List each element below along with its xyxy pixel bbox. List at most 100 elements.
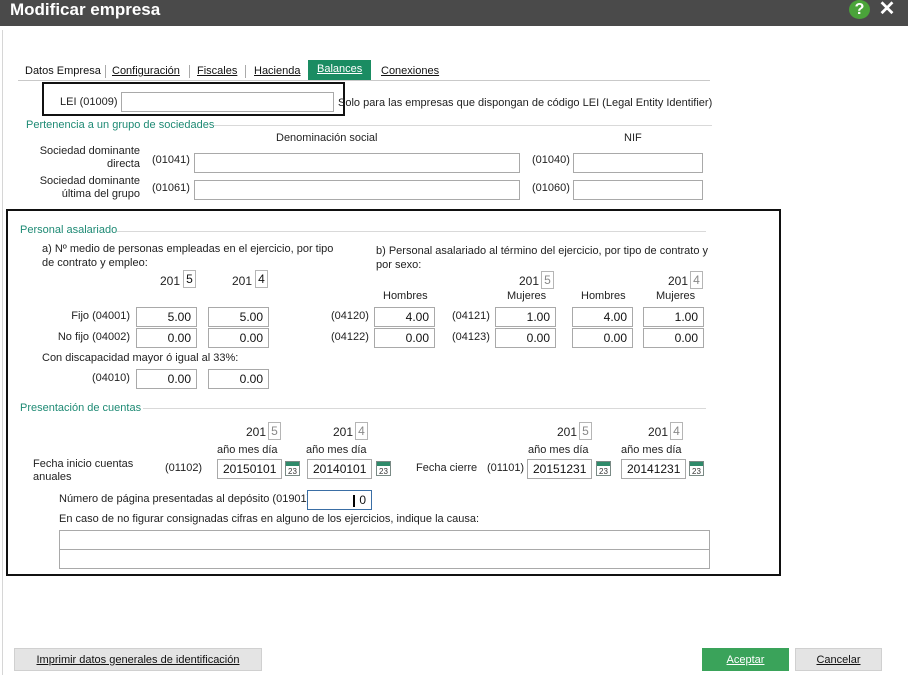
personal-a-title-1: a) Nº medio de personas empleadas en el … [42,243,334,255]
code-01061: (01061) [152,182,190,194]
fecha-format-label: año mes día [621,444,682,456]
personal-section-title: Personal asalariado [20,224,118,236]
tab-conexiones[interactable]: Conexiones [381,64,439,81]
tab-configuracion[interactable]: Configuración [112,64,180,81]
nofijo-year1-input[interactable]: 0.00 [136,328,197,348]
paginas-label: Número de página presentadas al depósito… [59,493,311,505]
year-prefix: 201 [668,274,689,288]
fecha-inicio-label-2: anuales [33,471,72,483]
calendar-icon[interactable]: 23 [689,461,704,476]
year-digit-2: 4 [255,270,268,288]
calendar-icon[interactable]: 23 [596,461,611,476]
code-01101: (01101) [487,462,525,474]
year-prefix: 201 [519,274,540,288]
year-prefix: 201 [246,425,267,439]
section-divider [214,125,712,126]
tab-datos-empresa[interactable]: Datos Empresa [25,64,101,81]
code-04122: (04122) [331,331,369,343]
aceptar-button[interactable]: Aceptar [702,648,789,671]
tab-separator [105,65,106,78]
paginas-value: 0 [359,493,366,507]
grupo-section-title: Pertenencia a un grupo de sociedades [26,119,215,131]
year-digit-1: 5 [183,270,196,288]
year-digit-1: 5 [268,422,281,440]
causa-label: En caso de no figurar consignadas cifras… [59,513,480,525]
causa-input-line-1[interactable] [59,530,710,550]
fecha-cierre-year2-input[interactable]: 20141231 [621,459,686,479]
year-digit-2: 4 [690,271,703,289]
dominante-directa-denominacion-input[interactable] [194,153,520,173]
fijo-mujeres-year2-input[interactable]: 1.00 [643,307,704,327]
year-digit-2: 4 [355,422,368,440]
fecha-cierre-label: Fecha cierre [416,462,478,474]
code-01060: (01060) [532,182,570,194]
fijo-hombres-year1-input[interactable]: 4.00 [374,307,435,327]
dominante-ultima-label-1: Sociedad dominante [39,175,140,187]
fecha-format-label: año mes día [217,444,278,456]
text-cursor [353,494,356,507]
tab-separator [245,65,246,78]
lei-note: Solo para las empresas que dispongan de … [338,97,713,109]
year-digit-1: 5 [579,422,592,440]
fijo-year2-input[interactable]: 5.00 [208,307,269,327]
year-prefix: 201 [648,425,669,439]
causa-input-line-2[interactable] [59,549,710,569]
personal-b-title-2: por sexo: [376,259,422,271]
discapacidad-year2-input[interactable]: 0.00 [208,369,269,389]
lei-input[interactable] [121,92,334,112]
hombres-header: Hombres [581,290,626,302]
dominante-ultima-denominacion-input[interactable] [194,180,520,200]
nofijo-hombres-year1-input[interactable]: 0.00 [374,328,435,348]
left-border [2,30,3,675]
nif-header: NIF [624,132,642,144]
denominacion-header: Denominación social [276,132,378,144]
fecha-format-label: año mes día [528,444,589,456]
nofijo-year2-input[interactable]: 0.00 [208,328,269,348]
nofijo-label: No fijo (04002) [57,331,130,343]
dominante-directa-label-2: directa [106,158,140,170]
code-01040: (01040) [532,154,570,166]
fecha-inicio-year2-input[interactable]: 20140101 [307,459,372,479]
nofijo-mujeres-year1-input[interactable]: 0.00 [495,328,556,348]
personal-a-title-2: de contrato y empleo: [42,257,148,269]
calendar-icon[interactable]: 23 [376,461,391,476]
paginas-input[interactable]: 0 [307,490,372,510]
title-bar: Modificar empresa ? ✕ [0,0,908,26]
discapacidad-label: Con discapacidad mayor ó igual al 33%: [42,352,239,364]
fijo-label: Fijo (04001) [71,310,130,322]
tab-hacienda[interactable]: Hacienda [254,64,300,81]
hombres-header: Hombres [383,290,428,302]
code-04120: (04120) [331,310,369,322]
section-divider [143,408,706,409]
year-digit-1: 5 [541,271,554,289]
fecha-format-label: año mes día [306,444,367,456]
tab-separator [189,65,190,78]
code-04123: (04123) [452,331,490,343]
tab-underline [18,80,710,81]
help-icon[interactable]: ? [849,0,870,19]
fijo-hombres-year2-input[interactable]: 4.00 [572,307,633,327]
fecha-inicio-year1-input[interactable]: 20150101 [217,459,282,479]
dominante-directa-label-1: Sociedad dominante [39,145,140,157]
cancelar-button[interactable]: Cancelar [795,648,882,671]
dominante-ultima-nif-input[interactable] [573,180,703,200]
discapacidad-year1-input[interactable]: 0.00 [136,369,197,389]
fijo-mujeres-year1-input[interactable]: 1.00 [495,307,556,327]
fijo-year1-input[interactable]: 5.00 [136,307,197,327]
nofijo-hombres-year2-input[interactable]: 0.00 [572,328,633,348]
imprimir-datos-button[interactable]: Imprimir datos generales de identificaci… [14,648,262,671]
code-01041: (01041) [152,154,190,166]
nofijo-mujeres-year2-input[interactable]: 0.00 [643,328,704,348]
year-prefix: 201 [232,274,253,288]
mujeres-header: Mujeres [507,290,547,302]
close-icon[interactable]: ✕ [876,0,898,19]
calendar-icon[interactable]: 23 [285,461,300,476]
fecha-cierre-year1-input[interactable]: 20151231 [527,459,592,479]
year-prefix: 201 [557,425,578,439]
tab-balances[interactable]: Balances [308,60,372,80]
dominante-directa-nif-input[interactable] [573,153,703,173]
year-prefix: 201 [333,425,354,439]
lei-label: LEI (01009) [60,96,118,108]
year-digit-2: 4 [670,422,683,440]
tab-fiscales[interactable]: Fiscales [197,64,237,81]
